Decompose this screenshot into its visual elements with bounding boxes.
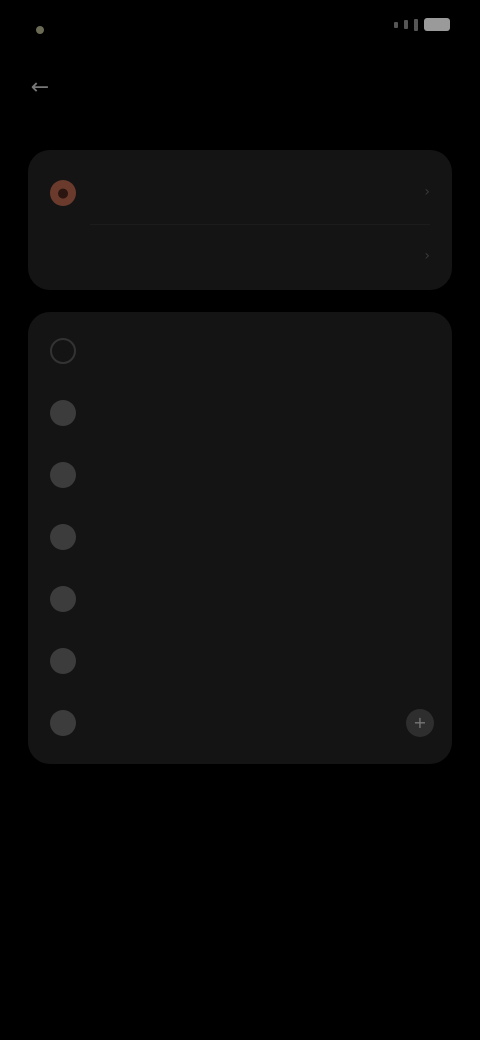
settings-icon (50, 586, 76, 612)
notification-dot (36, 26, 44, 34)
plus-icon[interactable]: + (406, 709, 434, 737)
account-row[interactable]: ● › (28, 162, 452, 224)
settings-row-5[interactable] (28, 630, 452, 692)
back-arrow-icon[interactable]: ← (24, 74, 56, 102)
settings-icon (50, 400, 76, 426)
account-card: ● › › (28, 150, 452, 290)
chevron-right-icon: › (424, 184, 430, 200)
settings-row-search[interactable] (28, 320, 452, 382)
person-icon (50, 244, 76, 270)
settings-row-4[interactable] (28, 568, 452, 630)
settings-row-1[interactable] (28, 382, 452, 444)
signal-bar (414, 18, 418, 31)
signal-bar (404, 20, 408, 29)
settings-row-2[interactable] (28, 444, 452, 506)
signal-icon (394, 21, 398, 28)
chevron-right-icon: › (424, 248, 430, 264)
app-bar: ← (0, 60, 480, 116)
profile-row[interactable]: › (28, 226, 452, 288)
settings-row-6[interactable]: + (28, 692, 452, 754)
search-icon (50, 338, 76, 364)
divider (90, 224, 430, 225)
settings-icon (50, 648, 76, 674)
battery-icon (424, 18, 450, 31)
settings-icon (50, 462, 76, 488)
settings-icon (50, 524, 76, 550)
status-bar (0, 0, 480, 60)
settings-card: + (28, 312, 452, 764)
avatar-icon: ● (50, 180, 76, 206)
settings-row-3[interactable] (28, 506, 452, 568)
settings-icon (50, 710, 76, 736)
status-icons (394, 18, 450, 31)
